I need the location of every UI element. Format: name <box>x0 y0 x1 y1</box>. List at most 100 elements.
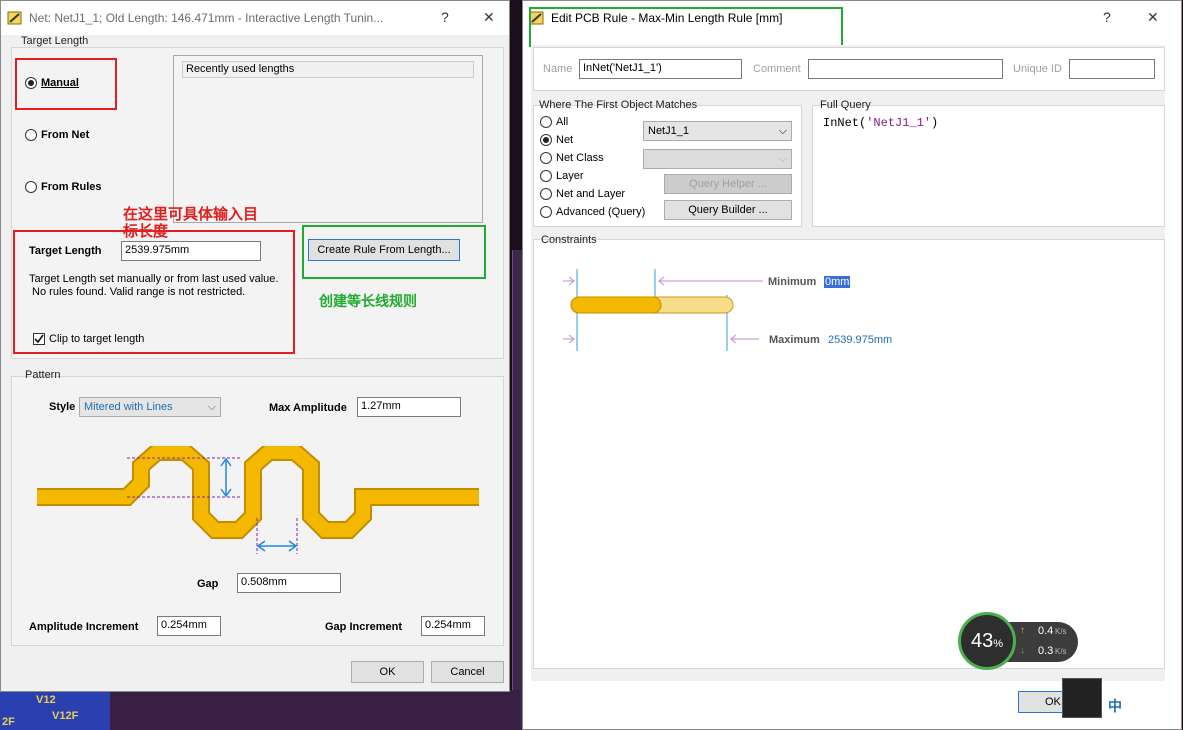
radio-from-rules[interactable]: From Rules <box>25 181 102 193</box>
maximum-value[interactable]: 2539.975mm <box>828 334 892 346</box>
radio-from-net-label: From Net <box>41 129 90 141</box>
help-button[interactable]: ? <box>1103 9 1111 25</box>
gap-increment-label: Gap Increment <box>325 621 403 633</box>
pcb-bottom-area: V12 V12F 2F <box>0 690 520 730</box>
radio-net-class-dot[interactable] <box>540 152 552 164</box>
full-query-text[interactable]: InNet('NetJ1_1') <box>823 116 938 130</box>
close-button[interactable]: ✕ <box>483 9 495 26</box>
help-button[interactable]: ? <box>441 9 449 25</box>
left-titlebar: Net: NetJ1_1; Old Length: 146.471mm - In… <box>1 1 509 35</box>
upload-speed: 0.4 <box>1038 625 1054 637</box>
avatar <box>1062 678 1102 718</box>
query-builder-button[interactable]: Query Builder ... <box>664 200 792 220</box>
radio-advanced-label: Advanced (Query) <box>556 206 646 218</box>
chevron-down-icon: ⌵ <box>207 400 216 413</box>
download-speed: 0.3 <box>1038 645 1054 657</box>
style-select[interactable]: Mitered with Lines ⌵ <box>79 397 221 417</box>
constraints-label: Constraints <box>541 234 597 246</box>
unique-id-input[interactable] <box>1069 59 1155 79</box>
gap-increment-input[interactable]: 0.254mm <box>421 616 485 636</box>
net-class-select[interactable]: ⌵ <box>643 149 792 169</box>
radio-net-and-layer-dot[interactable] <box>540 188 552 200</box>
download-unit: K/s <box>1055 647 1067 656</box>
annotation-red-line2: 标长度 <box>123 223 169 240</box>
download-arrow-icon: ↓ <box>1020 645 1025 656</box>
app-icon <box>7 10 23 26</box>
amplitude-increment-input[interactable]: 0.254mm <box>157 616 221 636</box>
radio-net-class[interactable]: Net Class <box>540 152 604 164</box>
radio-layer-label: Layer <box>556 170 584 182</box>
radio-net[interactable]: Net <box>540 134 573 146</box>
cancel-button[interactable]: Cancel <box>431 661 504 683</box>
comment-input[interactable] <box>808 59 1003 79</box>
where-matches-label: Where The First Object Matches <box>539 99 698 111</box>
annotation-red-line1: 在这里可具体输入目 <box>123 206 259 223</box>
annotation-box-title <box>529 7 843 47</box>
annotation-box-manual <box>15 58 117 110</box>
radio-net-class-label: Net Class <box>556 152 604 164</box>
annotation-box-target-length <box>13 230 295 354</box>
ok-button[interactable]: OK <box>351 661 424 683</box>
comment-label: Comment <box>753 63 801 75</box>
name-label: Name <box>543 63 573 75</box>
cpu-percent-sign: % <box>993 638 1004 650</box>
radio-all-dot[interactable] <box>540 116 552 128</box>
recent-lengths-header: Recently used lengths <box>182 61 474 78</box>
radio-from-net[interactable]: From Net <box>25 129 89 141</box>
style-label: Style <box>49 401 76 413</box>
left-dialog-title: Net: NetJ1_1; Old Length: 146.471mm - In… <box>29 11 384 25</box>
max-amplitude-label: Max Amplitude <box>269 402 347 414</box>
radio-layer-dot[interactable] <box>540 170 552 182</box>
radio-advanced[interactable]: Advanced (Query) <box>540 206 645 218</box>
radio-net-dot[interactable] <box>540 134 552 146</box>
query-helper-button[interactable]: Query Helper ... <box>664 174 792 194</box>
recent-lengths-list[interactable]: Recently used lengths <box>173 55 483 223</box>
radio-all[interactable]: All <box>540 116 568 128</box>
pcb-label-2f: 2F <box>2 716 15 728</box>
pcb-label-v12f: V12F <box>52 710 79 722</box>
upload-unit: K/s <box>1055 627 1067 636</box>
edit-pcb-rule-dialog: Edit PCB Rule - Max-Min Length Rule [mm]… <box>522 0 1182 730</box>
net-select[interactable]: NetJ1_1 ⌵ <box>643 121 792 141</box>
full-query-label: Full Query <box>820 99 871 111</box>
unique-id-label: Unique ID <box>1013 63 1062 75</box>
style-select-value: Mitered with Lines <box>84 401 173 413</box>
full-query-arg: 'NetJ1_1' <box>866 116 932 130</box>
radio-net-label: Net <box>556 134 574 146</box>
radio-layer[interactable]: Layer <box>540 170 584 182</box>
minimum-value[interactable]: 0mm <box>824 276 851 288</box>
annotation-box-create-rule <box>302 225 486 279</box>
radio-all-label: All <box>556 116 569 128</box>
annotation-note-green: 创建等长线规则 <box>319 293 417 309</box>
ime-language-indicator[interactable]: 中 <box>1108 696 1122 716</box>
amplitude-increment-label: Amplitude Increment <box>29 621 139 633</box>
full-query-suffix: ) <box>931 116 939 130</box>
length-tuning-dialog: Net: NetJ1_1; Old Length: 146.471mm - In… <box>0 0 510 692</box>
radio-from-rules-dot[interactable] <box>25 181 37 193</box>
length-constraint-diagram <box>563 269 763 351</box>
radio-net-and-layer-label: Net and Layer <box>556 188 626 200</box>
radio-from-net-dot[interactable] <box>25 129 37 141</box>
minimum-label: Minimum <box>768 276 817 288</box>
gap-label: Gap <box>197 578 219 590</box>
chevron-down-icon: ⌵ <box>778 124 787 137</box>
full-query-prefix: InNet( <box>823 116 867 130</box>
pattern-group-label: Pattern <box>25 369 61 381</box>
network-speed-widget: 43% ↑ 0.4 K/s ↓ 0.3 K/s <box>958 612 1078 670</box>
maximum-label: Maximum <box>769 334 820 346</box>
pattern-preview-diagram <box>37 446 479 554</box>
close-button[interactable]: ✕ <box>1147 9 1159 26</box>
cpu-gauge: 43% <box>958 612 1016 670</box>
target-length-group-label: Target Length <box>21 35 89 47</box>
chevron-down-icon: ⌵ <box>778 152 787 165</box>
net-select-value: NetJ1_1 <box>648 125 689 137</box>
gap-input[interactable]: 0.508mm <box>237 573 341 593</box>
pcb-label-v12: V12 <box>36 694 56 706</box>
annotation-note-red: 在这里可具体输入目 标长度 <box>123 206 258 240</box>
max-amplitude-input[interactable]: 1.27mm <box>357 397 461 417</box>
radio-from-rules-label: From Rules <box>41 181 102 193</box>
rule-name-input[interactable]: InNet('NetJ1_1') <box>579 59 742 79</box>
radio-net-and-layer[interactable]: Net and Layer <box>540 188 625 200</box>
radio-advanced-dot[interactable] <box>540 206 552 218</box>
cpu-percent: 43 <box>970 629 994 652</box>
